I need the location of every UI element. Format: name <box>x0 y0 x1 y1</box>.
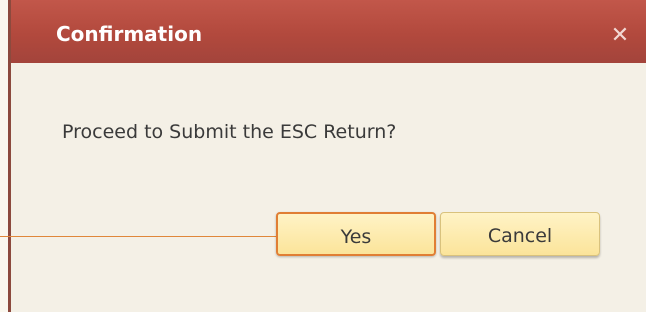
close-icon[interactable]: ✕ <box>606 22 634 50</box>
confirmation-message: Proceed to Submit the ESC Return? <box>62 121 397 143</box>
dialog-titlebar: Confirmation ✕ <box>11 0 646 63</box>
yes-button[interactable]: Yes <box>276 212 436 256</box>
confirmation-window: Confirmation ✕ Proceed to Submit the ESC… <box>0 0 646 312</box>
focus-pointer-line <box>0 236 277 237</box>
dialog-body: Proceed to Submit the ESC Return? <box>11 63 646 312</box>
cancel-button[interactable]: Cancel <box>440 212 600 256</box>
dialog-title: Confirmation <box>56 22 203 46</box>
